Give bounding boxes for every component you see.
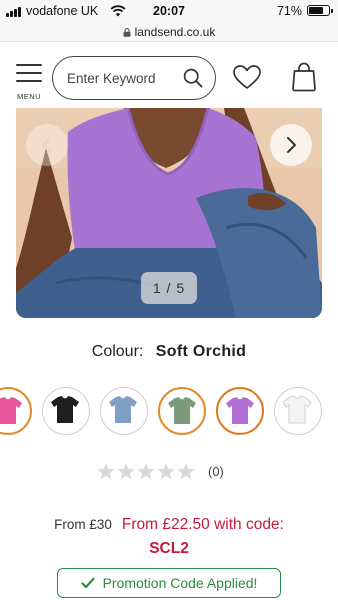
colour-swatch[interactable]: [274, 387, 322, 435]
star-icon: [117, 462, 135, 480]
colour-swatch[interactable]: [100, 387, 148, 435]
price-promo: From £22.50 with code:: [121, 516, 284, 533]
price-block: From £30 From £22.50 with code: SCL2: [0, 513, 338, 561]
colour-value: Soft Orchid: [155, 343, 247, 360]
t-shirt-icon: [0, 397, 22, 424]
menu-label: MENU: [16, 92, 42, 101]
t-shirt-icon: [282, 395, 312, 424]
t-shirt-icon: [168, 397, 196, 424]
promo-applied-badge: Promotion Code Applied!: [57, 568, 281, 598]
colour-swatch[interactable]: [42, 387, 90, 435]
chevron-right-icon: [287, 137, 296, 153]
shopping-bag-icon[interactable]: [290, 62, 318, 92]
checkmark-icon: [80, 577, 95, 589]
search-icon[interactable]: [183, 68, 203, 88]
star-icon: [157, 462, 175, 480]
url-text: landsend.co.uk: [134, 24, 216, 39]
colour-swatch[interactable]: [216, 387, 264, 435]
image-counter: 1 / 5: [141, 272, 197, 304]
promo-applied-text: Promotion Code Applied!: [102, 575, 258, 591]
colour-selection-label: Colour: Soft Orchid: [0, 343, 338, 361]
search-input[interactable]: [67, 66, 177, 90]
battery-percent: 71%: [276, 4, 302, 18]
review-count: (0): [208, 463, 224, 479]
carousel-next-button[interactable]: [270, 124, 312, 166]
site-header: MENU: [0, 42, 338, 108]
rating-stars: [96, 462, 196, 481]
heart-icon[interactable]: [232, 64, 262, 90]
chevron-left-icon: [42, 137, 51, 153]
address-bar[interactable]: landsend.co.uk: [0, 22, 338, 42]
product-image-carousel[interactable]: 1 / 5: [16, 108, 322, 318]
star-icon: [177, 462, 195, 480]
star-icon: [137, 462, 155, 480]
colour-swatch[interactable]: [158, 387, 206, 435]
t-shirt-icon: [109, 396, 137, 423]
battery-icon: [307, 5, 333, 16]
star-icon: [97, 462, 115, 480]
search-box[interactable]: [52, 56, 216, 100]
promo-code: SCL2: [149, 540, 189, 557]
lock-icon: [123, 28, 131, 37]
t-shirt-icon: [226, 397, 254, 424]
price-from: From £30: [54, 517, 112, 532]
status-bar: vodafone UK 20:07 71%: [0, 0, 338, 22]
menu-button[interactable]: MENU: [14, 60, 44, 102]
colour-label: Colour:: [91, 343, 144, 360]
colour-swatch[interactable]: [0, 387, 32, 435]
colour-swatches: [0, 387, 338, 437]
carousel-prev-button[interactable]: [26, 124, 68, 166]
rating[interactable]: (0): [96, 460, 224, 482]
t-shirt-icon: [51, 396, 79, 423]
